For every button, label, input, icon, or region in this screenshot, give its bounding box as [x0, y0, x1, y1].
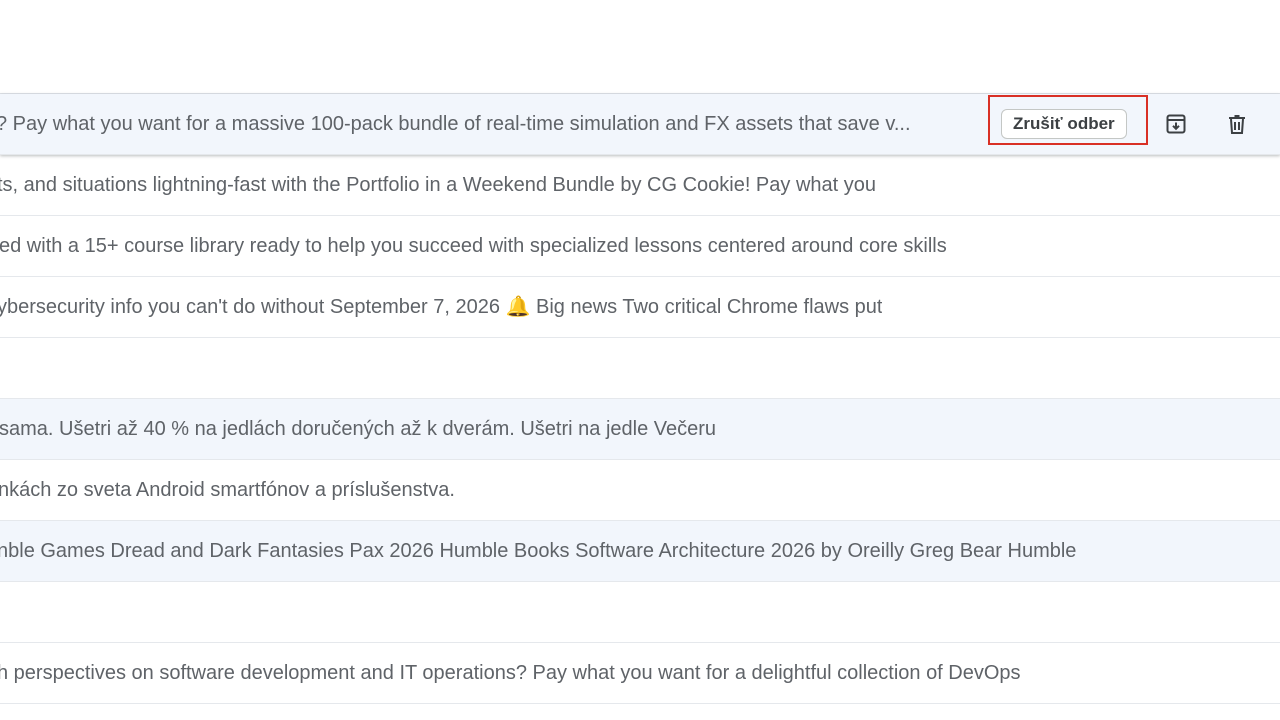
email-snippet: nkách zo sveta Android smartfónov a prís… [0, 479, 455, 501]
hover-actions: Zrušiť odber [980, 94, 1280, 154]
trash-icon [1229, 115, 1245, 134]
email-row[interactable] [0, 582, 1280, 643]
email-snippet: ? Pay what you want for a massive 100-pa… [0, 113, 911, 135]
email-row[interactable]: ? Pay what you want for a massive 100-pa… [0, 94, 1280, 155]
email-snippet: sama. Ušetri až 40 % na jedlách doručený… [0, 418, 717, 440]
email-row[interactable]: nkách zo sveta Android smartfónov a prís… [0, 460, 1280, 521]
top-blank-area [0, 0, 1280, 93]
archive-icon [1166, 114, 1186, 134]
email-snippet: ybersecurity info you can't do without S… [0, 296, 883, 318]
email-snippet: ts, and situations lightning-fast with t… [0, 174, 877, 196]
unsubscribe-button[interactable]: Zrušiť odber [1001, 109, 1127, 139]
mail-list-viewport: ? Pay what you want for a massive 100-pa… [0, 0, 1280, 720]
email-row[interactable]: ts, and situations lightning-fast with t… [0, 155, 1280, 216]
email-snippet: ed with a 15+ course library ready to he… [0, 235, 947, 257]
archive-button[interactable] [1160, 108, 1192, 140]
email-row[interactable]: sama. Ušetri až 40 % na jedlách doručený… [0, 399, 1280, 460]
delete-button[interactable] [1221, 108, 1253, 140]
email-snippet: h perspectives on software development a… [0, 662, 1021, 684]
email-row[interactable]: ybersecurity info you can't do without S… [0, 277, 1280, 338]
email-list: ? Pay what you want for a massive 100-pa… [0, 94, 1280, 704]
email-row[interactable] [0, 338, 1280, 399]
email-row[interactable]: ed with a 15+ course library ready to he… [0, 216, 1280, 277]
email-snippet: nble Games Dread and Dark Fantasies Pax … [0, 540, 1077, 562]
email-row[interactable]: nble Games Dread and Dark Fantasies Pax … [0, 521, 1280, 582]
email-row[interactable]: h perspectives on software development a… [0, 643, 1280, 704]
